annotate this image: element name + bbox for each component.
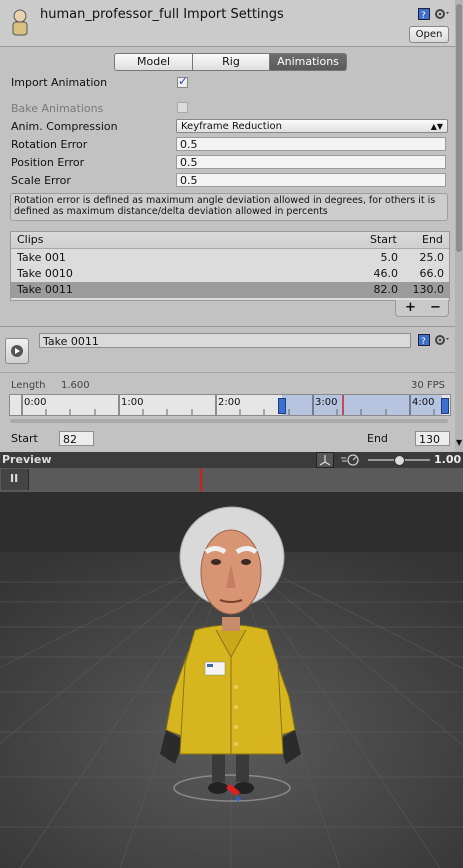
tick-label: 1:00 (121, 397, 144, 408)
speed-icon (340, 452, 362, 468)
list-item[interactable]: Take 0010 46.0 66.0 (11, 266, 449, 282)
start-field[interactable]: 82 (59, 431, 94, 446)
inspector-panel: human_professor_full Import Settings ? O… (0, 0, 455, 452)
fps-label: 30 FPS (411, 380, 446, 391)
inspector-scrollbar[interactable]: ▼ (455, 0, 463, 452)
preview-header: Preview 1.00 (0, 452, 463, 468)
clip-start: 46.0 (373, 267, 399, 280)
anim-compression-value: Keyframe Reduction (181, 121, 282, 132)
character-preview (0, 492, 463, 868)
tick-label: 2:00 (218, 397, 241, 408)
help-icon[interactable]: ? (418, 8, 430, 21)
preview-viewport[interactable] (0, 492, 463, 868)
play-clip-button[interactable] (5, 338, 29, 364)
clip-name: Take 0011 (17, 283, 73, 296)
pause-button[interactable]: II (1, 469, 29, 490)
clips-column-start: Start (370, 233, 397, 246)
clip-name: Take 001 (17, 251, 66, 264)
tick-label: 0:00 (24, 397, 47, 408)
clip-editor-divider (0, 372, 455, 373)
scrollbar-thumb[interactable] (456, 4, 462, 252)
remove-clip-button[interactable]: − (430, 300, 441, 315)
clips-list: Clips Start End Take 001 5.0 25.0 Take 0… (10, 231, 450, 301)
tab-rig[interactable]: Rig (192, 53, 270, 71)
preview-title: Preview (2, 453, 52, 466)
clip-end: 25.0 (419, 251, 445, 264)
help-icon[interactable]: ? (418, 334, 430, 347)
scale-error-label: Scale Error (11, 174, 71, 187)
import-animation-label: Import Animation (11, 76, 108, 89)
preview-playhead[interactable] (200, 468, 202, 492)
gear-icon[interactable] (434, 7, 450, 19)
start-label: Start (11, 432, 38, 445)
bake-animations-label: Bake Animations (11, 102, 104, 115)
clip-name: Take 0010 (17, 267, 73, 280)
range-end-handle[interactable] (441, 398, 449, 414)
scale-error-field[interactable]: 0.5 (176, 173, 446, 187)
bake-animations-checkbox[interactable] (177, 102, 188, 113)
help-box: Rotation error is defined as maximum ang… (10, 193, 448, 221)
length-value: 1.600 (61, 380, 90, 391)
end-field[interactable]: 130 (415, 431, 450, 446)
list-item[interactable]: Take 001 5.0 25.0 (11, 250, 449, 266)
pause-icon: II (10, 472, 19, 485)
scroll-down-icon[interactable]: ▼ (456, 438, 462, 447)
tick-label: 4:00 (412, 397, 435, 408)
speed-slider-knob[interactable] (394, 455, 405, 466)
clips-header: Clips Start End (11, 232, 449, 249)
speed-value: 1.00 (434, 453, 462, 466)
page-title: human_professor_full Import Settings (40, 7, 284, 22)
rotation-error-label: Rotation Error (11, 138, 88, 151)
clips-column-name: Clips (17, 233, 44, 246)
clip-end: 130.0 (412, 283, 445, 296)
clip-start: 5.0 (380, 251, 399, 264)
svg-text:?: ? (421, 337, 426, 346)
clips-column-end: End (422, 233, 443, 246)
tick-label: 3:00 (315, 397, 338, 408)
add-clip-button[interactable]: + (405, 300, 416, 315)
anim-compression-dropdown[interactable]: Keyframe Reduction ▲▼ (176, 119, 448, 133)
tab-model[interactable]: Model (114, 53, 193, 71)
list-item[interactable]: Take 0011 82.0 130.0 (11, 282, 449, 298)
length-label: Length (11, 380, 46, 391)
end-label: End (367, 432, 388, 445)
rotation-error-field[interactable]: 0.5 (176, 137, 446, 151)
clip-start: 82.0 (373, 283, 399, 296)
inspector-header: human_professor_full Import Settings ? O… (0, 0, 455, 47)
clip-name-input[interactable]: Take 0011 (39, 333, 411, 348)
position-error-label: Position Error (11, 156, 85, 169)
range-start-handle[interactable] (278, 398, 286, 414)
tab-animations[interactable]: Animations (269, 53, 347, 71)
gear-icon[interactable] (434, 333, 450, 345)
timeline-scrollbar[interactable] (10, 419, 448, 423)
position-error-field[interactable]: 0.5 (176, 155, 446, 169)
speed-slider[interactable] (368, 455, 430, 466)
svg-text:?: ? (421, 11, 426, 20)
pivot-icon[interactable] (316, 452, 334, 468)
anim-compression-label: Anim. Compression (11, 120, 118, 133)
clips-footer: + − (395, 300, 449, 317)
divider (0, 326, 455, 327)
clip-end: 66.0 (419, 267, 445, 280)
import-animation-checkbox[interactable] (177, 74, 188, 88)
open-button[interactable]: Open (409, 26, 449, 43)
play-icon (11, 345, 23, 357)
timeline[interactable]: 0:00 1:00 2:00 3:00 4:00 (9, 394, 451, 416)
preview-toolbar: II (0, 468, 463, 493)
asset-icon (8, 8, 32, 38)
dropdown-arrows-icon: ▲▼ (430, 122, 443, 131)
